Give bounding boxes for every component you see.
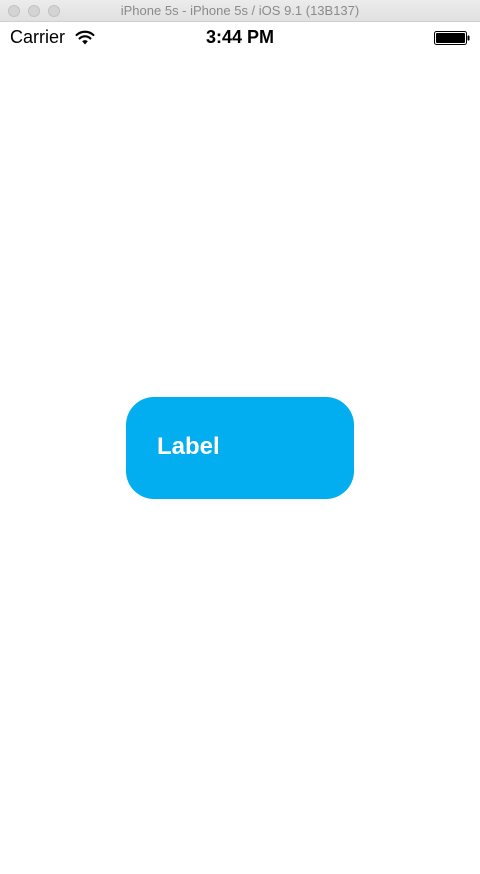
status-time: 3:44 PM (205, 27, 275, 47)
label-container: Label (126, 397, 354, 499)
label-text: Label (157, 433, 220, 460)
window-titlebar: iPhone 5s - iPhone 5s / iOS 9.1 (13B137) (0, 0, 480, 22)
simulator-window: iPhone 5s - iPhone 5s / iOS 9.1 (13B137)… (0, 0, 480, 874)
ios-status-bar: Carrier 3:44 PM (0, 22, 480, 54)
battery-icon (434, 31, 470, 45)
window-title: iPhone 5s - iPhone 5s / iOS 9.1 (13B137) (120, 3, 360, 18)
